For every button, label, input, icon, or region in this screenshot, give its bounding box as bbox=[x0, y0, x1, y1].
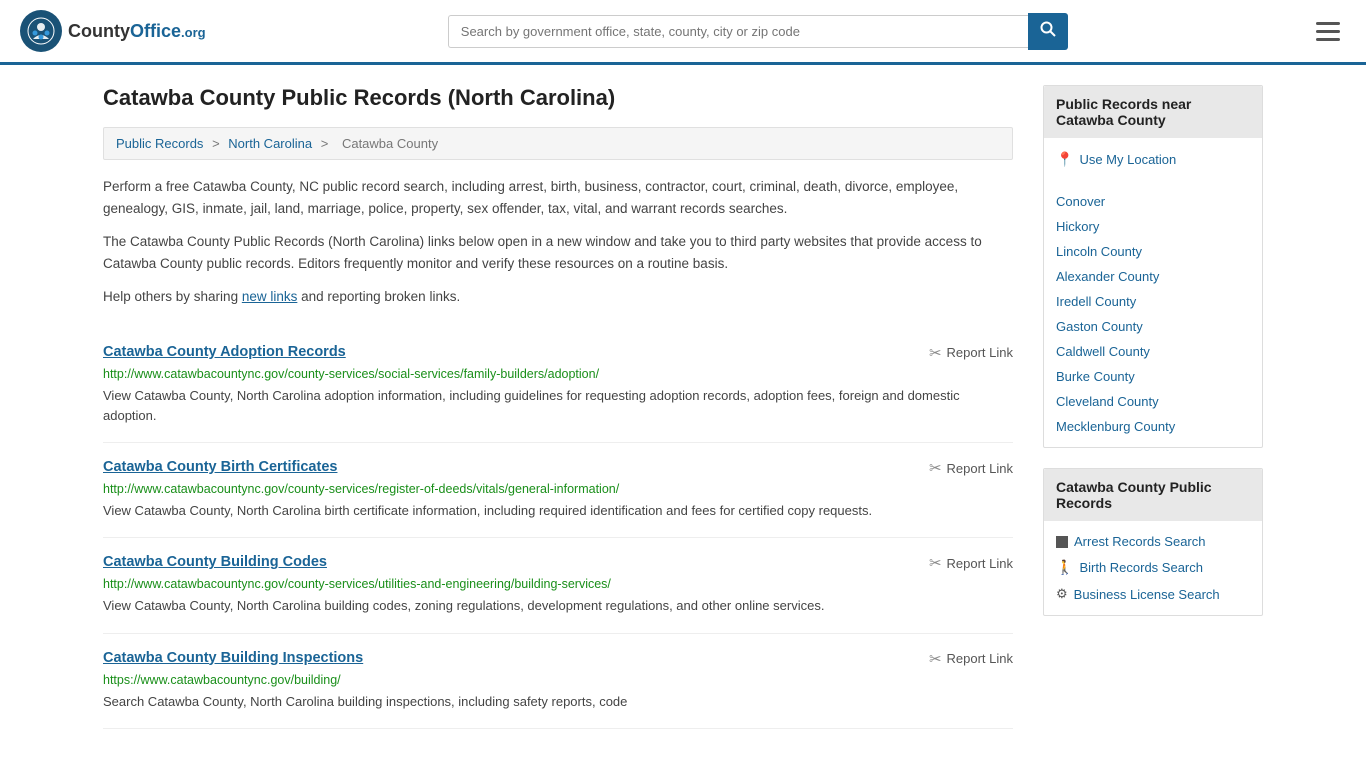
nearby-item-3: Alexander County bbox=[1044, 264, 1262, 289]
content-area: Catawba County Public Records (North Car… bbox=[103, 85, 1013, 729]
records-list: Catawba County Adoption Records ✂ Report… bbox=[103, 328, 1013, 729]
record-item-3: Catawba County Building Inspections ✂ Re… bbox=[103, 634, 1013, 729]
breadcrumb-sep1: > bbox=[212, 136, 223, 151]
report-link-3[interactable]: ✂ Report Link bbox=[929, 650, 1013, 668]
search-button[interactable] bbox=[1028, 13, 1068, 50]
description-1: Perform a free Catawba County, NC public… bbox=[103, 176, 1013, 219]
nearby-item-8: Cleveland County bbox=[1044, 389, 1262, 414]
location-pin-icon: 📍 bbox=[1056, 151, 1073, 168]
nearby-item-7: Burke County bbox=[1044, 364, 1262, 389]
record-link-item-2: ⚙ Business License Search bbox=[1044, 581, 1262, 607]
breadcrumb-catawba: Catawba County bbox=[342, 136, 438, 151]
logo-icon bbox=[20, 10, 62, 52]
breadcrumb: Public Records > North Carolina > Catawb… bbox=[103, 127, 1013, 160]
logo-text: CountyOffice.org bbox=[68, 21, 206, 42]
sidebar: Public Records near Catawba County 📍 Use… bbox=[1043, 85, 1263, 729]
nearby-item-9: Mecklenburg County bbox=[1044, 414, 1262, 439]
report-link-2[interactable]: ✂ Report Link bbox=[929, 554, 1013, 572]
report-icon-0: ✂ bbox=[929, 344, 942, 362]
nearby-link-7[interactable]: Burke County bbox=[1056, 369, 1135, 384]
nearby-item-6: Caldwell County bbox=[1044, 339, 1262, 364]
nearby-links-list: Conover Hickory Lincoln County Alexander Co… bbox=[1044, 181, 1262, 447]
nearby-link-6[interactable]: Caldwell County bbox=[1056, 344, 1150, 359]
record-desc-3: Search Catawba County, North Carolina bu… bbox=[103, 692, 1013, 712]
report-icon-2: ✂ bbox=[929, 554, 942, 572]
report-link-1[interactable]: ✂ Report Link bbox=[929, 459, 1013, 477]
record-link-2[interactable]: Business License Search bbox=[1074, 587, 1220, 602]
record-item-2: Catawba County Building Codes ✂ Report L… bbox=[103, 538, 1013, 633]
record-title-1[interactable]: Catawba County Birth Certificates bbox=[103, 459, 337, 475]
nearby-item-2: Lincoln County bbox=[1044, 239, 1262, 264]
record-desc-0: View Catawba County, North Carolina adop… bbox=[103, 386, 1013, 426]
records-links-list: Arrest Records Search🚶 Birth Records Sear… bbox=[1044, 521, 1262, 615]
nearby-list: 📍 Use My Location bbox=[1044, 138, 1262, 181]
nearby-item-1: Hickory bbox=[1044, 214, 1262, 239]
square-icon bbox=[1056, 536, 1068, 548]
record-link-0[interactable]: Arrest Records Search bbox=[1074, 534, 1206, 549]
logo-area: CountyOffice.org bbox=[20, 10, 206, 52]
use-my-location-item[interactable]: 📍 Use My Location bbox=[1044, 146, 1262, 173]
nearby-link-9[interactable]: Mecklenburg County bbox=[1056, 419, 1175, 434]
report-icon-1: ✂ bbox=[929, 459, 942, 477]
use-my-location-link[interactable]: Use My Location bbox=[1079, 152, 1176, 167]
breadcrumb-sep2: > bbox=[321, 136, 332, 151]
nearby-item-4: Iredell County bbox=[1044, 289, 1262, 314]
nearby-link-0[interactable]: Conover bbox=[1056, 194, 1105, 209]
search-area bbox=[448, 13, 1068, 50]
record-title-2[interactable]: Catawba County Building Codes bbox=[103, 554, 327, 570]
records-title: Catawba County Public Records bbox=[1044, 469, 1262, 521]
description-2: The Catawba County Public Records (North… bbox=[103, 231, 1013, 274]
nearby-section: Public Records near Catawba County 📍 Use… bbox=[1043, 85, 1263, 448]
breadcrumb-public-records[interactable]: Public Records bbox=[116, 136, 203, 151]
nearby-item-0: Conover bbox=[1044, 189, 1262, 214]
nearby-link-1[interactable]: Hickory bbox=[1056, 219, 1099, 234]
report-icon-3: ✂ bbox=[929, 650, 942, 668]
gear-icon: ⚙ bbox=[1056, 586, 1068, 602]
nearby-link-2[interactable]: Lincoln County bbox=[1056, 244, 1142, 259]
record-link-item-1: 🚶 Birth Records Search bbox=[1044, 554, 1262, 581]
record-url-1[interactable]: http://www.catawbacountync.gov/county-se… bbox=[103, 482, 1013, 496]
record-title-0[interactable]: Catawba County Adoption Records bbox=[103, 344, 346, 360]
record-desc-2: View Catawba County, North Carolina buil… bbox=[103, 596, 1013, 616]
nearby-link-8[interactable]: Cleveland County bbox=[1056, 394, 1159, 409]
record-desc-1: View Catawba County, North Carolina birt… bbox=[103, 501, 1013, 521]
nearby-link-3[interactable]: Alexander County bbox=[1056, 269, 1159, 284]
record-url-3[interactable]: https://www.catawbacountync.gov/building… bbox=[103, 673, 1013, 687]
nearby-title: Public Records near Catawba County bbox=[1044, 86, 1262, 138]
description-3: Help others by sharing new links and rep… bbox=[103, 286, 1013, 308]
nearby-item-5: Gaston County bbox=[1044, 314, 1262, 339]
record-item-1: Catawba County Birth Certificates ✂ Repo… bbox=[103, 443, 1013, 538]
page-title: Catawba County Public Records (North Car… bbox=[103, 85, 1013, 111]
new-links-link[interactable]: new links bbox=[242, 289, 298, 304]
search-input[interactable] bbox=[448, 15, 1028, 48]
breadcrumb-north-carolina[interactable]: North Carolina bbox=[228, 136, 312, 151]
report-link-0[interactable]: ✂ Report Link bbox=[929, 344, 1013, 362]
hamburger-button[interactable] bbox=[1310, 16, 1346, 47]
records-section: Catawba County Public Records Arrest Rec… bbox=[1043, 468, 1263, 616]
nearby-link-4[interactable]: Iredell County bbox=[1056, 294, 1136, 309]
record-link-item-0: Arrest Records Search bbox=[1044, 529, 1262, 554]
record-title-3[interactable]: Catawba County Building Inspections bbox=[103, 650, 363, 666]
record-url-2[interactable]: http://www.catawbacountync.gov/county-se… bbox=[103, 577, 1013, 591]
record-item-0: Catawba County Adoption Records ✂ Report… bbox=[103, 328, 1013, 443]
record-link-1[interactable]: Birth Records Search bbox=[1079, 560, 1203, 575]
person-icon: 🚶 bbox=[1056, 559, 1073, 576]
nearby-link-5[interactable]: Gaston County bbox=[1056, 319, 1143, 334]
record-url-0[interactable]: http://www.catawbacountync.gov/county-se… bbox=[103, 367, 1013, 381]
